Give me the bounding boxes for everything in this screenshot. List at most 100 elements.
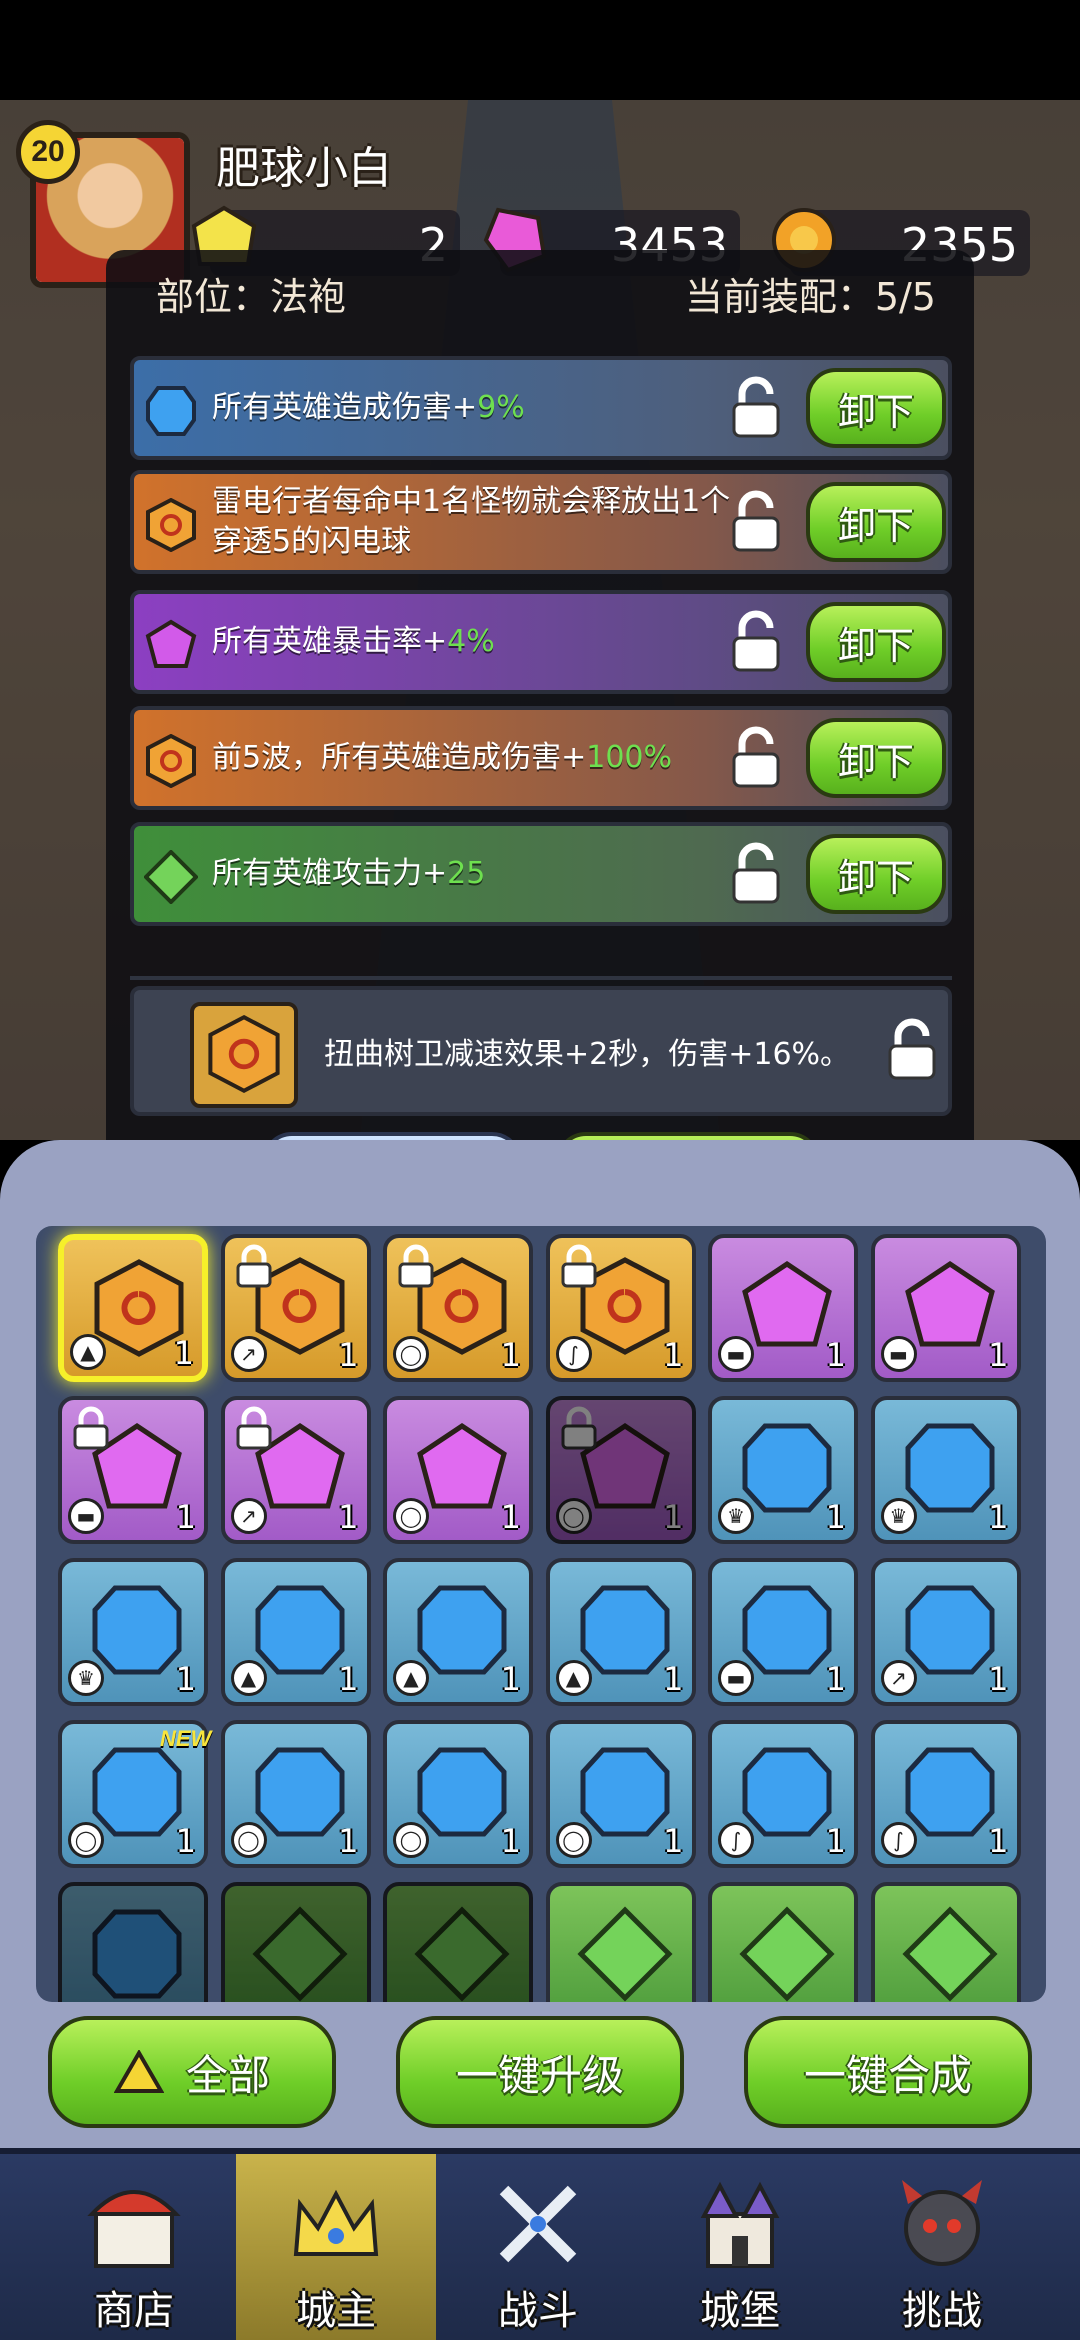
upgrade-all-button[interactable]: 一键升级: [396, 2016, 684, 2128]
slot-boot-icon: ▬: [718, 1660, 754, 1696]
inventory-item[interactable]: ▬ 1: [58, 1396, 208, 1544]
inventory-item[interactable]: [545, 1882, 696, 2002]
slot-crown-icon: ♛: [880, 1498, 917, 1534]
inventory-item[interactable]: ♛ 1: [58, 1558, 208, 1706]
inventory-item[interactable]: [708, 1882, 858, 2002]
unequip-button[interactable]: 卸下: [806, 718, 946, 798]
blue-gem-icon: [417, 1585, 507, 1675]
item-count: 1: [825, 1498, 846, 1536]
inventory-item[interactable]: [383, 1882, 533, 2002]
item-count: 1: [500, 1336, 521, 1374]
player-name: 肥球小白: [216, 143, 392, 194]
inventory-item[interactable]: ∫ 1: [708, 1720, 858, 1868]
filter-all-button[interactable]: 全部: [48, 2016, 336, 2128]
green-gem-icon: [251, 1906, 348, 2002]
unlock-icon[interactable]: [726, 842, 786, 906]
item-count: 1: [338, 1822, 359, 1860]
lock-icon: [73, 1406, 109, 1450]
inventory-item[interactable]: ↗ 1: [220, 1396, 371, 1544]
triangle-icon: [113, 2050, 164, 2093]
item-count: 1: [663, 1822, 684, 1860]
green-gem-icon: [576, 1906, 673, 2002]
green-gem-icon: [414, 1906, 510, 2002]
row-value: 4%: [447, 624, 495, 659]
status-bar: [0, 0, 1080, 100]
unlock-icon[interactable]: [726, 726, 786, 790]
inventory-item[interactable]: ◯ 1: [383, 1720, 533, 1868]
orange-rune-icon: [146, 734, 196, 788]
blue-gem-icon: [742, 1747, 832, 1837]
row-value: 100%: [586, 740, 673, 775]
nav-shop[interactable]: 商店: [34, 2154, 234, 2340]
equipped-row: 所有英雄攻击力+ 25 卸下: [130, 822, 952, 926]
unequip-button[interactable]: 卸下: [806, 602, 946, 682]
slot-whip-icon: ∫: [555, 1336, 592, 1372]
item-count: 1: [500, 1822, 521, 1860]
blue-gem-icon: [255, 1747, 344, 1837]
lock-icon: [236, 1406, 271, 1450]
unlock-icon[interactable]: [726, 490, 786, 554]
item-count: 1: [175, 1822, 196, 1860]
inventory-item[interactable]: ▬ 1: [708, 1234, 858, 1382]
inventory-item[interactable]: ▬ 1: [708, 1558, 858, 1706]
inventory-item[interactable]: ▲ 1: [58, 1234, 208, 1382]
item-count: 1: [663, 1498, 684, 1536]
blue-gem-icon: [92, 1747, 182, 1837]
item-count: 1: [988, 1660, 1009, 1698]
inventory-item[interactable]: [220, 1882, 371, 2002]
slot-ring-icon: ◯: [393, 1498, 429, 1534]
inventory-item[interactable]: ↗ 1: [220, 1234, 371, 1382]
inventory-item[interactable]: ∫ 1: [545, 1234, 696, 1382]
blue-gem-icon: [580, 1747, 669, 1837]
action-bar: 全部 一键升级 一键合成: [0, 2002, 1080, 2150]
equipment-panel: 部位：法袍 当前装配：5/5 所有英雄造成伤害+ 9% 卸下 雷电行者每命中1名怪…: [106, 250, 974, 1238]
nav-shop-label: 商店: [94, 2288, 174, 2334]
inventory-item[interactable]: ♛ 1: [870, 1396, 1021, 1544]
unequip-button[interactable]: 卸下: [806, 482, 946, 562]
merge-all-button[interactable]: 一键合成: [744, 2016, 1032, 2128]
slot-axe-icon: ↗: [230, 1336, 267, 1372]
nav-castle[interactable]: 城堡: [640, 2154, 840, 2340]
inventory-item[interactable]: ▲ 1: [545, 1558, 696, 1706]
inventory-item[interactable]: [870, 1882, 1021, 2002]
slot-crown-icon: ♛: [68, 1660, 104, 1696]
unlock-icon[interactable]: [726, 610, 786, 674]
inventory-item[interactable]: ◯ 1: [220, 1720, 371, 1868]
inventory-item[interactable]: ◯ 1: [545, 1720, 696, 1868]
inventory-item[interactable]: ▲ 1: [220, 1558, 371, 1706]
nav-challenge[interactable]: 挑战: [842, 2154, 1042, 2340]
blue-gem-icon: [417, 1747, 507, 1837]
nav-challenge-label: 挑战: [902, 2288, 982, 2334]
row-text: 前5波，所有英雄造成伤害+: [212, 740, 587, 775]
row-text: 所有英雄造成伤害+: [212, 390, 478, 425]
unlock-icon[interactable]: [882, 1018, 942, 1082]
slot-boot-icon: ▬: [68, 1498, 104, 1534]
blue-gem-icon: [742, 1585, 832, 1675]
inventory-item[interactable]: ↗ 1: [870, 1558, 1021, 1706]
inventory-item[interactable]: ▬ 1: [870, 1234, 1021, 1382]
lock-icon: [398, 1244, 434, 1288]
inventory-item[interactable]: ◯ 1: [383, 1396, 533, 1544]
selected-item-text: 扭曲树卫减速效果+2秒，伤害+16%。: [324, 1037, 851, 1072]
slot-ring-icon: ◯: [393, 1336, 429, 1372]
inventory-item[interactable]: ◯ 1: [383, 1234, 533, 1382]
unlock-icon[interactable]: [726, 376, 786, 440]
slot-axe-icon: ↗: [230, 1498, 267, 1534]
blue-gem-icon: [905, 1423, 994, 1513]
unequip-button[interactable]: 卸下: [806, 834, 946, 914]
item-count: 1: [988, 1498, 1009, 1536]
slot-robe-icon: ▲: [230, 1660, 267, 1696]
purple-gem-icon: [904, 1260, 995, 1347]
inventory-item[interactable]: ◯ 1: [545, 1396, 696, 1544]
inventory-grid: ▲ 1 ↗ 1 ◯ 1 ∫ 1 ▬ 1 ▬ 1 ▬ 1 ↗ 1 ◯ 1 ◯ 1 ♛ 1 ♛ 1 ♛ 1 ▲ 1 ▲ 1 ▲ 1 ▬ 1 ↗ 1 ◯ 1 ◯ 1…: [36, 1226, 1046, 2002]
nav-battle[interactable]: 战斗: [438, 2154, 638, 2340]
nav-lord[interactable]: 城主: [236, 2154, 436, 2340]
shop-icon: [87, 2190, 181, 2268]
inventory-item[interactable]: ♛ 1: [708, 1396, 858, 1544]
blue-gem-icon: [742, 1423, 832, 1513]
slot-robe-icon: ▲: [555, 1660, 592, 1696]
unequip-button[interactable]: 卸下: [806, 368, 946, 448]
inventory-item[interactable]: [58, 1882, 208, 2002]
inventory-item[interactable]: ▲ 1: [383, 1558, 533, 1706]
inventory-item[interactable]: ∫ 1: [870, 1720, 1021, 1868]
